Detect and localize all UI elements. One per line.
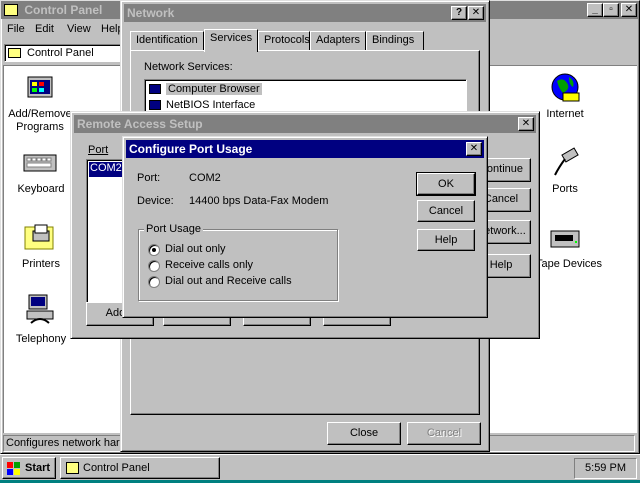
tab-protocols[interactable]: Protocols [258,31,310,51]
internet-globe-icon[interactable] [549,71,581,103]
ras-close-button[interactable]: ✕ [518,117,534,131]
network-titlebar[interactable]: Network ? ✕ [124,4,486,22]
maximize-button[interactable]: ▫ [603,3,619,17]
address-text: Control Panel [27,47,94,59]
port-label: Port: [137,172,161,184]
network-services-label: Network Services: [144,61,233,73]
network-title: Network [127,6,175,20]
dialog-close-button[interactable]: ✕ [466,142,482,156]
taskbar-control-panel-button[interactable]: Control Panel [60,457,220,479]
receive-calls-only-label[interactable]: Receive calls only [165,259,253,271]
dialog-titlebar[interactable]: Configure Port Usage ✕ [126,140,484,158]
device-label: Device: [137,195,174,207]
ras-title: Remote Access Setup [77,117,203,131]
address-box[interactable]: Control Panel [4,44,122,62]
printers-label: Printers [22,258,60,270]
ports-icon[interactable] [549,147,581,179]
tab-identification[interactable]: Identification [130,31,204,51]
dial-out-and-receive-radio[interactable] [148,276,160,288]
device-value: 14400 bps Data-Fax Modem [189,195,329,207]
tab-adapters[interactable]: Adapters [310,31,366,51]
add-remove-programs-icon[interactable] [24,71,56,103]
menu-file[interactable]: File [7,23,25,35]
service-name: NetBIOS Interface [166,99,256,111]
telephony-icon[interactable] [23,293,57,329]
dial-out-and-receive-label[interactable]: Dial out and Receive calls [165,275,292,287]
computer-icon [149,84,161,94]
network-cancel-button[interactable]: Cancel [407,422,481,445]
folder-icon [8,48,21,58]
network-close-dialog-button[interactable]: Close [327,422,401,445]
menu-edit[interactable]: Edit [35,23,54,35]
tape-devices-icon[interactable] [549,225,581,253]
control-panel-title: Control Panel [24,3,103,17]
start-button[interactable]: Start [2,457,56,479]
service-name: Computer Browser [166,83,262,95]
control-panel-task-icon [66,462,79,474]
computer-icon [149,100,161,110]
dial-out-only-label[interactable]: Dial out only [165,243,226,255]
printer-folder-icon[interactable] [23,221,57,253]
help-button[interactable]: Help [417,229,475,251]
ok-button[interactable]: OK [416,172,476,196]
telephony-label: Telephony [15,333,67,345]
system-tray: 5:59 PM [574,458,637,479]
taskbar-task-label: Control Panel [83,462,150,474]
minimize-button[interactable]: _ [587,3,603,17]
port-value: COM2 [189,172,221,184]
windows-logo-icon [7,462,21,475]
taskbar: Start Control Panel 5:59 PM [0,454,640,480]
menu-view[interactable]: View [67,23,91,35]
keyboard-label: Keyboard [17,183,65,195]
keyboard-icon[interactable] [23,147,57,177]
ras-port-header: Port [88,144,109,156]
tab-services[interactable]: Services [204,29,258,52]
cancel-button[interactable]: Cancel [417,200,475,222]
close-button[interactable]: ✕ [621,3,637,17]
clock[interactable]: 5:59 PM [585,462,626,474]
add-remove-programs-label: Add/Remove Programs [8,108,72,133]
tab-bindings[interactable]: Bindings [366,31,424,51]
start-label: Start [25,462,51,474]
network-help-button[interactable]: ? [451,6,467,20]
dial-out-only-radio[interactable] [148,244,160,256]
control-panel-app-icon [4,4,18,16]
ras-titlebar[interactable]: Remote Access Setup ✕ [74,115,536,133]
dialog-title: Configure Port Usage [129,142,253,156]
receive-calls-only-radio[interactable] [148,260,160,272]
port-usage-group-label: Port Usage [144,223,204,235]
configure-port-usage-dialog: Configure Port Usage ✕ Port: COM2 Device… [122,136,488,318]
network-close-button[interactable]: ✕ [468,6,484,20]
tape-devices-label: Tape Devices [535,258,603,270]
